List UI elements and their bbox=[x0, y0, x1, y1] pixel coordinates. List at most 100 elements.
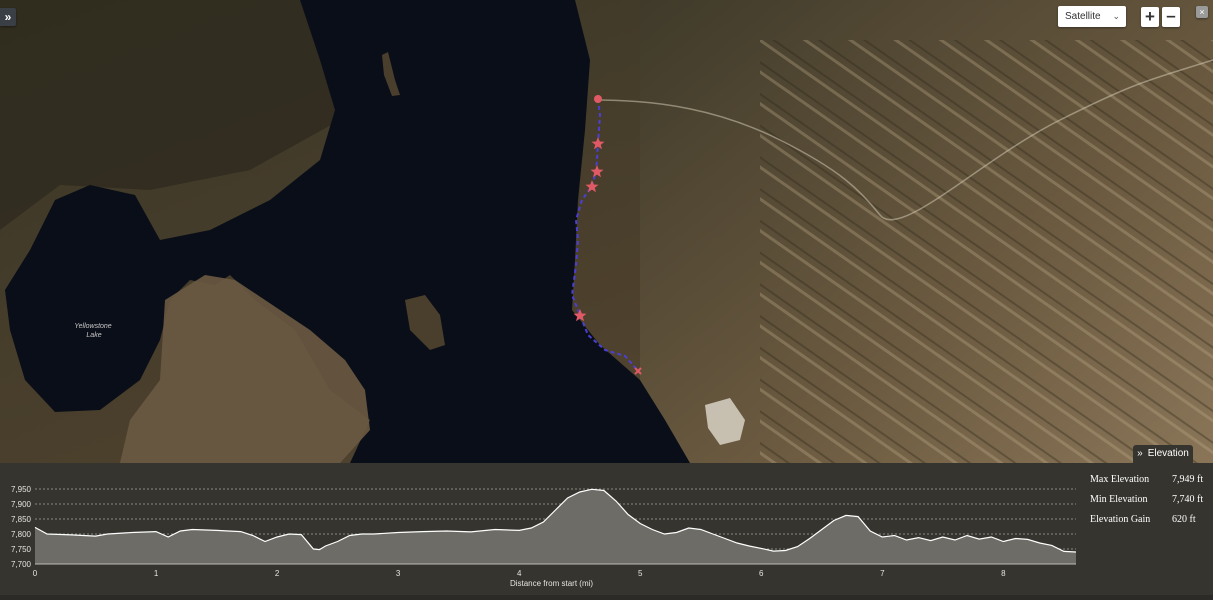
elevation-point bbox=[712, 533, 713, 534]
x-tick-label: 5 bbox=[638, 569, 643, 578]
satellite-map[interactable]: Yellowstone Lake » Satellite ⌄ + – × » El… bbox=[0, 0, 1213, 463]
elevation-tab-label: Elevation bbox=[1147, 448, 1189, 459]
elevation-point bbox=[422, 531, 423, 532]
elevation-point bbox=[131, 532, 132, 533]
elevation-point bbox=[979, 539, 980, 540]
x-tick-label: 0 bbox=[33, 569, 38, 578]
elevation-point bbox=[1063, 551, 1064, 552]
elevation-stats: Max Elevation 7,949 ft Min Elevation 7,740… bbox=[1090, 471, 1203, 531]
elevation-point bbox=[319, 549, 320, 550]
elevation-point bbox=[761, 548, 762, 549]
x-tick-label: 4 bbox=[517, 569, 522, 578]
elevation-point bbox=[591, 489, 592, 490]
elevation-point bbox=[688, 527, 689, 528]
x-tick-label: 7 bbox=[880, 569, 885, 578]
elevation-point bbox=[446, 530, 447, 531]
elevation-point bbox=[470, 531, 471, 532]
elevation-point bbox=[180, 530, 181, 531]
elevation-point bbox=[494, 529, 495, 530]
close-icon[interactable]: × bbox=[1196, 6, 1208, 18]
elevation-point bbox=[252, 535, 253, 536]
elevation-point bbox=[870, 530, 871, 531]
trail-start-marker[interactable] bbox=[594, 95, 602, 103]
elevation-panel: 7,700 7,750 7,800 7,850 7,900 7,950 0 1 2 3 4 5 6 7 8 D… bbox=[0, 463, 1213, 595]
x-tick-label: 8 bbox=[1001, 569, 1006, 578]
elevation-point bbox=[845, 515, 846, 516]
y-tick-label: 7,750 bbox=[11, 545, 32, 554]
elevation-point bbox=[155, 531, 156, 532]
zoom-out-button[interactable]: – bbox=[1162, 7, 1180, 27]
elevation-point bbox=[833, 520, 834, 521]
double-chevron-down-icon: » bbox=[1137, 448, 1143, 459]
x-tick-label: 2 bbox=[275, 569, 280, 578]
elevation-point bbox=[192, 529, 193, 530]
double-chevron-right-icon: » bbox=[4, 10, 12, 24]
elevation-point bbox=[700, 529, 701, 530]
elevation-point bbox=[71, 534, 72, 535]
y-tick-label: 7,900 bbox=[11, 500, 32, 509]
elevation-point bbox=[991, 536, 992, 537]
elevation-point bbox=[531, 527, 532, 528]
elevation-gain-value: 620 ft bbox=[1172, 514, 1196, 525]
elevation-point bbox=[858, 516, 859, 517]
mountain-ridges bbox=[760, 40, 1213, 463]
max-elevation-row: Max Elevation 7,949 ft bbox=[1090, 471, 1203, 491]
zoom-in-button[interactable]: + bbox=[1141, 7, 1159, 27]
map-layer-select-value: Satellite bbox=[1065, 11, 1101, 22]
elevation-point bbox=[918, 537, 919, 538]
chevron-down-icon: ⌄ bbox=[1112, 11, 1120, 21]
expand-sidebar-button[interactable]: » bbox=[0, 8, 16, 26]
elevation-point bbox=[1039, 542, 1040, 543]
x-tick-label: 6 bbox=[759, 569, 764, 578]
elevation-point bbox=[930, 540, 931, 541]
elevation-gain-row: Elevation Gain 620 ft bbox=[1090, 511, 1203, 531]
elevation-point bbox=[361, 533, 362, 534]
elevation-point bbox=[628, 514, 629, 515]
y-tick-label: 7,850 bbox=[11, 515, 32, 524]
elevation-point bbox=[1075, 551, 1076, 552]
elevation-point bbox=[640, 523, 641, 524]
elevation-point bbox=[543, 521, 544, 522]
elevation-gain-label: Elevation Gain bbox=[1090, 514, 1151, 525]
map-canvas[interactable]: Yellowstone Lake bbox=[0, 0, 1213, 463]
min-elevation-label: Min Elevation bbox=[1090, 494, 1148, 505]
elevation-chart[interactable]: 7,700 7,750 7,800 7,850 7,900 7,950 0 1 2 3 4 5 6 7 8 D… bbox=[0, 463, 1080, 595]
elevation-point bbox=[325, 545, 326, 546]
elevation-point bbox=[1051, 545, 1052, 546]
min-elevation-row: Min Elevation 7,740 ft bbox=[1090, 491, 1203, 511]
elevation-point bbox=[264, 541, 265, 542]
elevation-point bbox=[555, 509, 556, 510]
x-tick-label: 3 bbox=[396, 569, 401, 578]
elevation-point bbox=[966, 535, 967, 536]
max-elevation-label: Max Elevation bbox=[1090, 474, 1150, 485]
elevation-point bbox=[373, 533, 374, 534]
elevation-point bbox=[652, 529, 653, 530]
elevation-point bbox=[906, 539, 907, 540]
elevation-point bbox=[107, 533, 108, 534]
elevation-point bbox=[809, 538, 810, 539]
elevation-point bbox=[349, 535, 350, 536]
x-axis-label: Distance from start (mi) bbox=[510, 579, 593, 588]
y-tick-label: 7,950 bbox=[11, 485, 32, 494]
elevation-point bbox=[797, 546, 798, 547]
elevation-point bbox=[615, 500, 616, 501]
elevation-point bbox=[34, 527, 35, 528]
elevation-point bbox=[398, 532, 399, 533]
elevation-point bbox=[168, 536, 169, 537]
y-tick-label: 7,800 bbox=[11, 530, 32, 539]
map-layer-select[interactable]: Satellite ⌄ bbox=[1058, 6, 1126, 27]
elevation-area bbox=[35, 489, 1076, 564]
elevation-point bbox=[1015, 538, 1016, 539]
elevation-point bbox=[773, 551, 774, 552]
elevation-point bbox=[276, 536, 277, 537]
elevation-toggle-tab[interactable]: » Elevation bbox=[1133, 445, 1193, 463]
map-app: Yellowstone Lake » Satellite ⌄ + – × » El… bbox=[0, 0, 1213, 595]
elevation-point bbox=[954, 539, 955, 540]
y-tick-label: 7,700 bbox=[11, 560, 32, 569]
elevation-point bbox=[882, 536, 883, 537]
elevation-point bbox=[603, 490, 604, 491]
max-elevation-value: 7,949 ft bbox=[1172, 474, 1204, 485]
x-tick-label: 1 bbox=[154, 569, 159, 578]
elevation-point bbox=[313, 548, 314, 549]
elevation-point bbox=[301, 534, 302, 535]
